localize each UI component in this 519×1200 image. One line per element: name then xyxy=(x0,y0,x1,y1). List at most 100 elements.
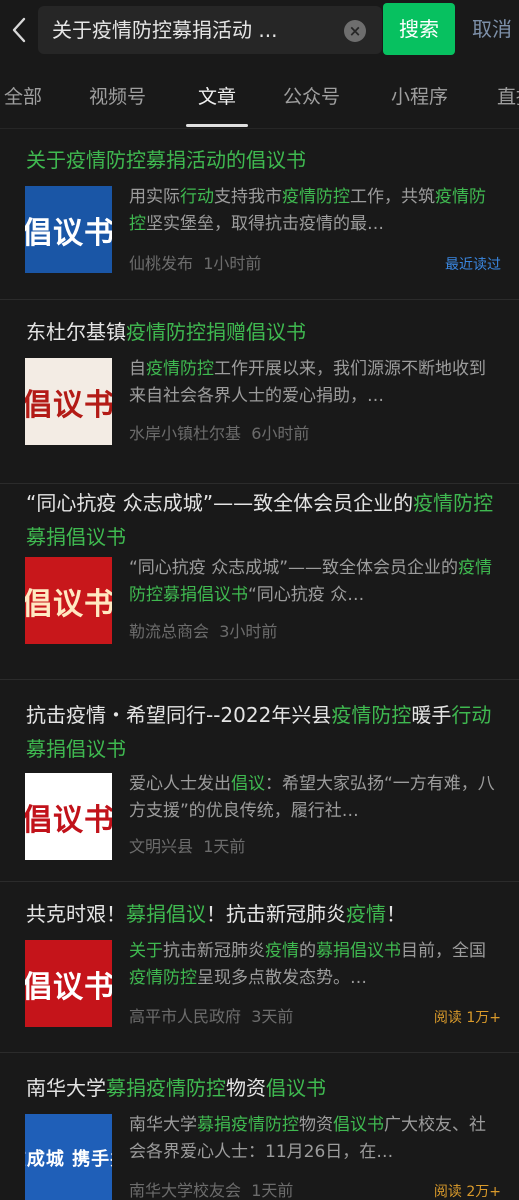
search-header: 关于疫情防控募捐活动 ... × 搜索 取消 xyxy=(0,0,519,60)
article-summary: 自疫情防控工作开展以来，我们源源不断地收到来自社会各界人士的爱心捐助，… xyxy=(129,356,501,410)
article-title: 南华大学募捐疫情防控物资倡议书 xyxy=(26,1071,506,1105)
highlighted-keyword: 疫情防控捐赠倡议书 xyxy=(126,320,306,344)
text-run: “同心抗疫 众志成城”——致全体会员企业的 xyxy=(26,491,414,515)
text-run: 抗击新冠肺炎 xyxy=(163,941,265,961)
search-input[interactable]: 关于疫情防控募捐活动 ... xyxy=(52,6,332,54)
text-run: 共克时艰！ xyxy=(26,902,126,926)
thumbnail-text: 倡议书 xyxy=(25,586,112,622)
article-summary: 用实际行动支持我市疫情防控工作，共筑疫情防控坚实堡垒，取得抗击疫情的最… xyxy=(129,184,501,238)
article-time: 6小时前 xyxy=(251,424,310,443)
tab-live[interactable]: 直播 xyxy=(497,68,519,124)
article-title: 共克时艰！募捐倡议！抗击新冠肺炎疫情！ xyxy=(26,897,506,931)
text-run: 物资 xyxy=(299,1115,333,1135)
text-run: 自 xyxy=(129,359,146,379)
article-summary: “同心抗疫 众志成城”——致全体会员企业的疫情防控募捐倡议书“同心抗疫 众… xyxy=(129,555,501,609)
article-source: 勒流总商会 xyxy=(129,622,210,641)
article-thumbnail: 众志成城 携手共克 xyxy=(25,1114,112,1200)
article-source: 高平市人民政府 xyxy=(129,1007,242,1026)
text-run: 用实际 xyxy=(129,187,180,207)
thumbnail-text: 众志成城 携手共克 xyxy=(25,1148,112,1170)
article-time: 1天前 xyxy=(251,1181,294,1200)
text-run: 目前，全国 xyxy=(401,941,486,961)
highlighted-keyword: 疫情 xyxy=(265,941,299,961)
highlighted-keyword: 关于 xyxy=(129,941,163,961)
text-run: 坚实堡垒，取得抗击疫情的最… xyxy=(146,214,384,234)
article-title: 关于疫情防控募捐活动的倡议书 xyxy=(26,143,506,177)
text-run: 工作，共筑 xyxy=(350,187,435,207)
article-result[interactable]: 抗击疫情・希望同行--2022年兴县疫情防控暖手行动募捐倡议书 倡议书 爱心人士… xyxy=(0,680,519,882)
highlighted-keyword: 疫情防控 xyxy=(331,703,412,727)
read-count-badge: 阅读 1万+ xyxy=(433,1010,501,1026)
back-button[interactable] xyxy=(4,12,34,48)
read-count-badge: 阅读 2万+ xyxy=(433,1184,501,1200)
chevron-left-icon xyxy=(12,17,26,43)
article-source: 仙桃发布 xyxy=(129,254,194,273)
article-thumbnail: 倡议书 xyxy=(25,940,112,1027)
highlighted-keyword: 募捐倡议书 xyxy=(316,941,401,961)
active-tab-indicator xyxy=(186,124,248,127)
tab-channels[interactable]: 视频号 xyxy=(89,68,146,124)
tab-articles[interactable]: 文章 xyxy=(198,68,236,124)
highlighted-keyword: 疫情防控 xyxy=(282,187,350,207)
article-time: 3天前 xyxy=(251,1007,294,1026)
article-title: “同心抗疫 众志成城”——致全体会员企业的疫情防控募捐倡议书 xyxy=(26,486,506,554)
highlighted-keyword: 行动 xyxy=(180,187,214,207)
thumbnail-text: 倡议书 xyxy=(25,802,112,838)
article-thumbnail: 倡议书 xyxy=(25,358,112,445)
highlighted-keyword: 疫情防控 xyxy=(146,359,214,379)
text-run: 物资 xyxy=(226,1076,266,1100)
article-result[interactable]: 东杜尔基镇疫情防控捐赠倡议书 倡议书 自疫情防控工作开展以来，我们源源不断地收到… xyxy=(0,300,519,484)
article-meta: 文明兴县 1天前 xyxy=(129,836,501,858)
article-source: 南华大学校友会 xyxy=(129,1181,242,1200)
clear-icon[interactable]: × xyxy=(344,20,366,42)
article-result[interactable]: 关于疫情防控募捐活动的倡议书 倡议书 用实际行动支持我市疫情防控工作，共筑疫情防… xyxy=(0,129,519,300)
text-run: 支持我市 xyxy=(214,187,282,207)
text-run: 南华大学 xyxy=(26,1076,106,1100)
cancel-button[interactable]: 取消 xyxy=(472,0,512,58)
article-source: 文明兴县 xyxy=(129,837,194,856)
search-box[interactable]: 关于疫情防控募捐活动 ... × xyxy=(38,6,382,54)
highlighted-keyword: 倡议 xyxy=(231,774,265,794)
tab-mini-programs[interactable]: 小程序 xyxy=(391,68,448,124)
article-result[interactable]: 南华大学募捐疫情防控物资倡议书 众志成城 携手共克 南华大学募捐疫情防控物资倡议… xyxy=(0,1053,519,1200)
text-run: ！抗击新冠肺炎 xyxy=(206,902,346,926)
article-thumbnail: 倡议书 xyxy=(25,557,112,644)
thumbnail-text: 倡议书 xyxy=(25,215,112,251)
article-source: 水岸小镇杜尔基 xyxy=(129,424,242,443)
highlighted-keyword: 募捐疫情防控 xyxy=(106,1076,226,1100)
highlighted-keyword: 疫情 xyxy=(346,902,386,926)
tab-official-accounts[interactable]: 公众号 xyxy=(283,68,340,124)
thumbnail-text: 倡议书 xyxy=(25,387,112,423)
article-meta: 勒流总商会 3小时前 xyxy=(129,621,501,643)
article-meta: 水岸小镇杜尔基 6小时前 xyxy=(129,423,501,445)
article-title: 东杜尔基镇疫情防控捐赠倡议书 xyxy=(26,315,506,349)
article-summary: 关于抗击新冠肺炎疫情的募捐倡议书目前，全国疫情防控呈现多点散发态势。… xyxy=(129,938,501,992)
text-run: 的 xyxy=(299,941,316,961)
tab-all[interactable]: 全部 xyxy=(4,68,42,124)
article-time: 3小时前 xyxy=(219,622,278,641)
article-summary: 爱心人士发出倡议：希望大家弘扬“一方有难，八方支援”的优良传统，履行社… xyxy=(129,771,501,825)
recently-read-badge: 最近读过 xyxy=(445,257,501,273)
text-run: “同心抗疫 众志成城”——致全体会员企业的 xyxy=(129,558,459,578)
article-thumbnail: 倡议书 xyxy=(25,186,112,273)
highlighted-keyword: 募捐疫情防控 xyxy=(197,1115,299,1135)
text-run: 抗击疫情・希望同行--2022年兴县 xyxy=(26,703,332,727)
category-tabs: 全部 视频号 文章 公众号 小程序 直播 xyxy=(0,68,519,130)
text-run: 暖手 xyxy=(411,703,452,727)
article-time: 1天前 xyxy=(203,837,246,856)
highlighted-keyword: 疫情防控 xyxy=(129,968,197,988)
article-time: 1小时前 xyxy=(203,254,262,273)
text-run: 东杜尔基镇 xyxy=(26,320,126,344)
highlighted-keyword: 募捐倡议 xyxy=(126,902,206,926)
highlighted-keyword: 关于疫情防控募捐活动的倡议书 xyxy=(26,148,306,172)
search-button[interactable]: 搜索 xyxy=(383,3,455,55)
thumbnail-text: 倡议书 xyxy=(25,969,112,1005)
article-results-list: 关于疫情防控募捐活动的倡议书 倡议书 用实际行动支持我市疫情防控工作，共筑疫情防… xyxy=(0,129,519,1200)
article-summary: 南华大学募捐疫情防控物资倡议书广大校友、社会各界爱心人士：11月26日，在… xyxy=(129,1112,501,1166)
article-result[interactable]: 共克时艰！募捐倡议！抗击新冠肺炎疫情！ 倡议书 关于抗击新冠肺炎疫情的募捐倡议书… xyxy=(0,882,519,1053)
article-result[interactable]: “同心抗疫 众志成城”——致全体会员企业的疫情防控募捐倡议书 倡议书 “同心抗疫… xyxy=(0,484,519,680)
article-title: 抗击疫情・希望同行--2022年兴县疫情防控暖手行动募捐倡议书 xyxy=(26,698,506,766)
text-run: 呈现多点散发态势。… xyxy=(197,968,367,988)
highlighted-keyword: 倡议书 xyxy=(333,1115,384,1135)
highlighted-keyword: 倡议书 xyxy=(266,1076,326,1100)
